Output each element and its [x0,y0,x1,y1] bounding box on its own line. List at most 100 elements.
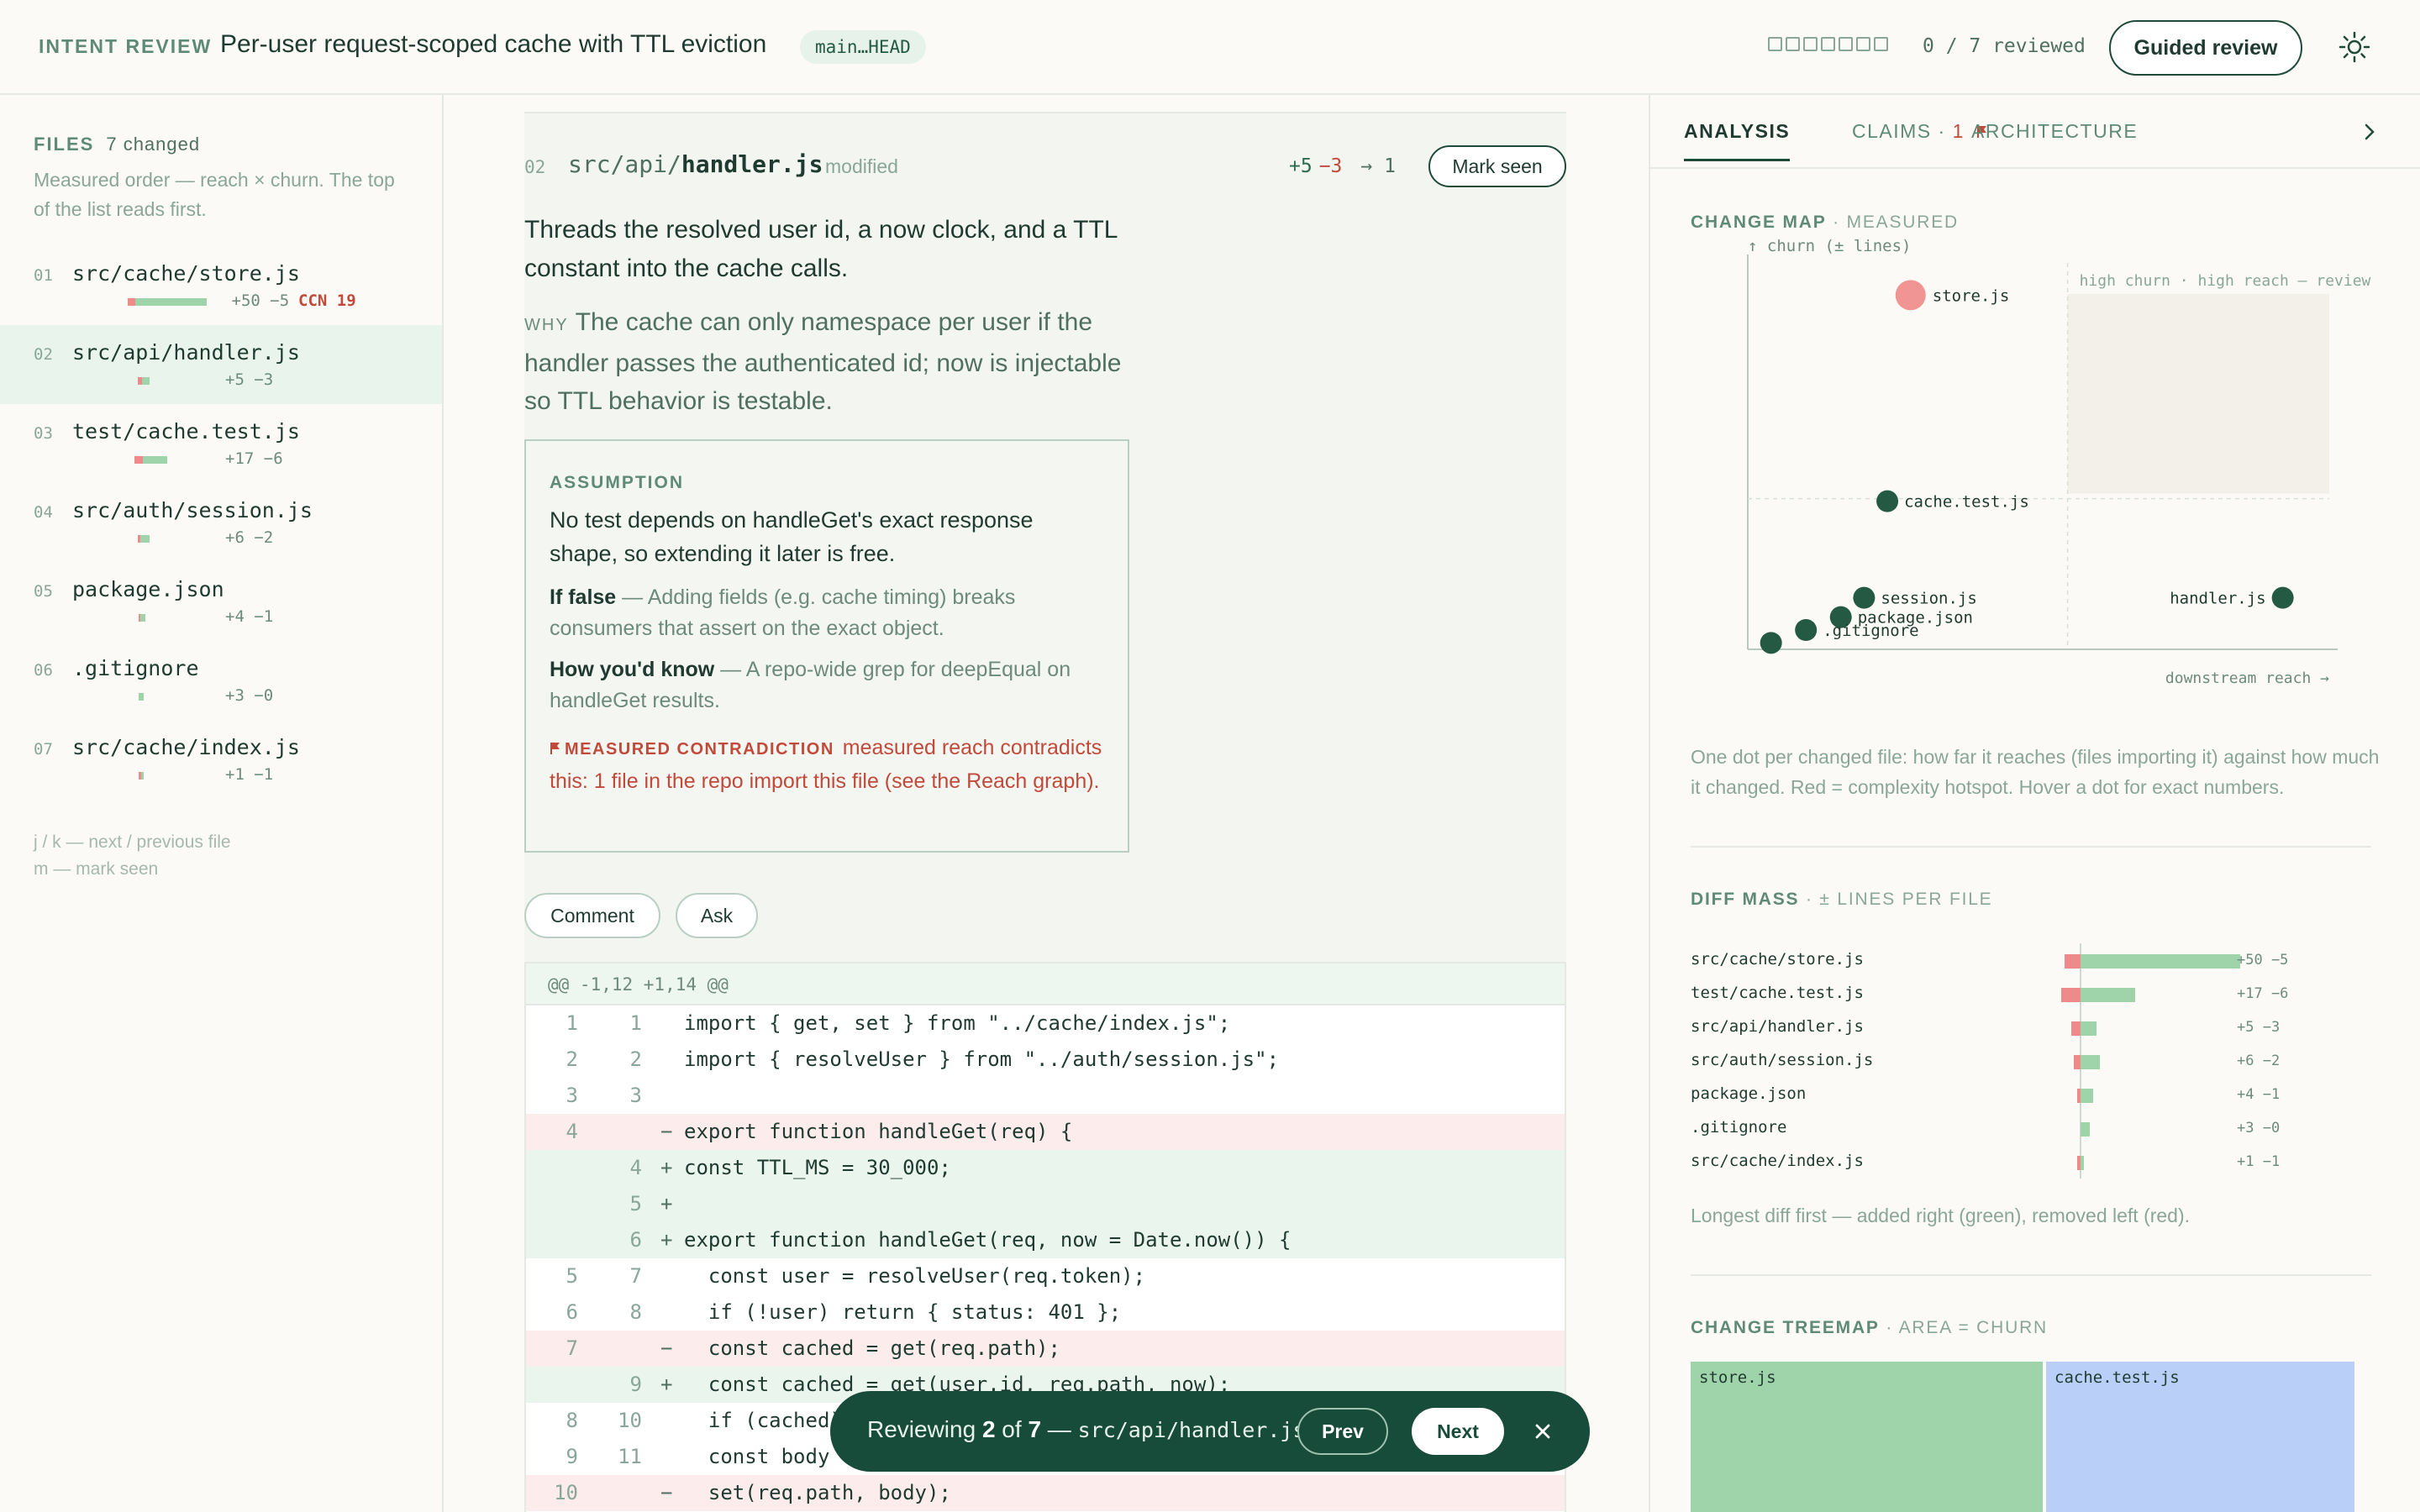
file-list-item[interactable]: 06 .gitignore +3 −0 [0,641,442,720]
diff-line[interactable]: 6 8 if (!user) return { status: 401 }; [526,1294,1565,1331]
file-number: 02 [524,157,546,177]
if-false-text: If false — Adding fields (e.g. cache tim… [550,582,1104,644]
review-navigator: Reviewing 2 of 7 — src/api/handler.js Pr… [830,1391,1590,1472]
file-list-item[interactable]: 03 test/cache.test.js +17 −6 [0,404,442,483]
file-list-name: package.json [72,577,224,601]
diff-mass-title: DIFF MASS [1691,890,1800,909]
file-path-name: handler.js [681,150,823,178]
file-churn-bar [134,456,168,464]
progress-box [1803,37,1818,51]
file-list-stat: +3 −0 [225,686,274,705]
old-line-number: 10 [554,1481,578,1504]
quadrant-label: high churn · high reach — review [2080,272,2371,290]
diff-line[interactable]: 6 + export function handleGet(req, now = D… [526,1222,1565,1258]
diff-line[interactable]: 5 7 const user = resolveUser(req.token); [526,1258,1565,1294]
divider [1691,846,2371,848]
diff-mass-value: +1 −1 [2237,1153,2281,1170]
change-treemap: store.js cache.test.js [1691,1362,2354,1512]
keyboard-hints: j / k — next / previous file m — mark se… [34,829,231,883]
added-bar [2081,1089,2094,1103]
tab-claims[interactable]: CLAIMS · 1 [1852,120,1988,143]
keyboard-hint-nav: j / k — next / previous file [34,832,231,852]
file-list-stat: +6 −2 [225,528,274,547]
theme-toggle-sun-icon[interactable] [2338,30,2371,64]
files-changed-count: 7 changed [106,134,201,155]
file-list-item[interactable]: 05 package.json +4 −1 [0,562,442,641]
file-list-stat: +50 −5 [231,291,290,310]
next-button[interactable]: Next [1412,1408,1504,1455]
file-churn-bar [138,535,150,543]
reviewed-count: 0 / 7 reviewed [1923,35,2086,57]
files-heading-label: FILES [34,134,95,155]
review-position-prefix: Reviewing [867,1416,982,1442]
mark-seen-button[interactable]: Mark seen [1428,145,1566,187]
file-list-number: 06 [34,661,53,680]
file-list-item[interactable]: 01 src/cache/store.js +50 −5 CCN 19 [0,246,442,325]
added-segment [139,614,146,622]
reach-count: → 1 [1360,155,1396,177]
comment-button[interactable]: Comment [524,893,660,938]
diff-mass-file: .gitignore [1691,1118,1787,1137]
point-label: store.js [1933,286,2010,305]
diff-line[interactable]: 10 − set(req.path, body); [526,1475,1565,1511]
old-line-number: 2 [566,1047,578,1071]
point-label: handler.js [2170,590,2265,608]
chevron-right-icon[interactable] [2358,120,2381,144]
how-youd-know-label: How you'd know [550,658,715,681]
hunk-header: @@ -1,12 +1,14 @@ [526,963,1565,1005]
diff-mass-row: src/api/handler.js +5 −3 [1691,1011,2380,1044]
diff-sign: + [660,1156,673,1179]
treemap-cell[interactable]: store.js [1691,1362,2043,1512]
file-list-name: src/cache/store.js [72,261,300,286]
file-churn-bar [138,377,150,385]
x-axis-label: downstream reach → [2165,669,2329,687]
new-line-number: 7 [629,1264,642,1288]
diff-line[interactable]: 33 [526,1078,1565,1114]
diff-code: const TTL_MS = 30_000; [684,1156,951,1179]
diff-line[interactable]: 4 + const TTL_MS = 30_000; [526,1150,1565,1186]
diff-line[interactable]: 7 − const cached = get(req.path); [526,1331,1565,1367]
diff-mass-value: +4 −1 [2237,1086,2281,1103]
change-map-subtitle: · MEASURED [1826,213,1959,232]
review-quadrant [2067,293,2329,494]
scatter-point [1795,619,1818,641]
diff-mass-value: +3 −0 [2237,1120,2281,1137]
file-list-item[interactable]: 04 src/auth/session.js +6 −2 [0,483,442,562]
diff-mass-file: package.json [1691,1084,1807,1103]
point-label: .gitignore [1823,622,1918,640]
diff-mass-file: src/api/handler.js [1691,1017,1864,1036]
scatter-point [1760,632,1782,654]
diff-line[interactable]: 5 + [526,1186,1565,1222]
file-list-stat: +4 −1 [225,607,274,626]
old-line-number: 9 [566,1445,578,1468]
old-line-number: 4 [566,1120,578,1143]
diff-code: const cached = get(req.path); [684,1336,1060,1360]
diff-line[interactable]: 4 − export function handleGet(req) { [526,1114,1565,1150]
diff-line[interactable]: 1 1 import { get, set } from "../cache/ind… [526,1005,1565,1042]
assumption-text: No test depends on handleGet's exact res… [550,507,1034,566]
diff-mass-value: +50 −5 [2237,952,2289,969]
tab-analysis[interactable]: ANALYSIS [1684,120,1791,161]
tab-architecture[interactable]: ARCHITECTURE [1971,120,2138,143]
y-axis-label: ↑ churn (± lines) [1748,238,1911,255]
scatter-point [1895,280,1926,311]
diff-mass-row: package.json +4 −1 [1691,1078,2380,1111]
added-segment [139,693,144,701]
divider [1691,1274,2371,1276]
guided-review-button[interactable]: Guided review [2109,20,2302,76]
file-list-item[interactable]: 02 src/api/handler.js +5 −3 [0,325,442,404]
lines-removed: −3 [1318,155,1343,177]
close-icon[interactable] [1528,1416,1558,1446]
diff-line[interactable]: 2 2 import { resolveUser } from "../auth/s… [526,1042,1565,1078]
prev-button[interactable]: Prev [1297,1408,1388,1455]
treemap-cell[interactable]: cache.test.js [2046,1362,2354,1512]
file-list: 01 src/cache/store.js +50 −5 CCN 19 02 src/ap… [0,246,442,799]
removed-bar [2061,988,2081,1002]
point-label: cache.test.js [1904,493,2029,512]
measured-contradiction: MEASURED CONTRADICTION measured reach con… [550,732,1113,797]
file-list-item[interactable]: 07 src/cache/index.js +1 −1 [0,720,442,799]
assumption-box: ASSUMPTION No test depends on handleGet'… [524,439,1129,853]
review-pane: 02 src/api/handler.js modified +5 −3 → 1 M… [445,95,1647,1512]
ask-button[interactable]: Ask [676,893,758,938]
files-order-description: Measured order — reach × churn. The top … [34,169,395,220]
